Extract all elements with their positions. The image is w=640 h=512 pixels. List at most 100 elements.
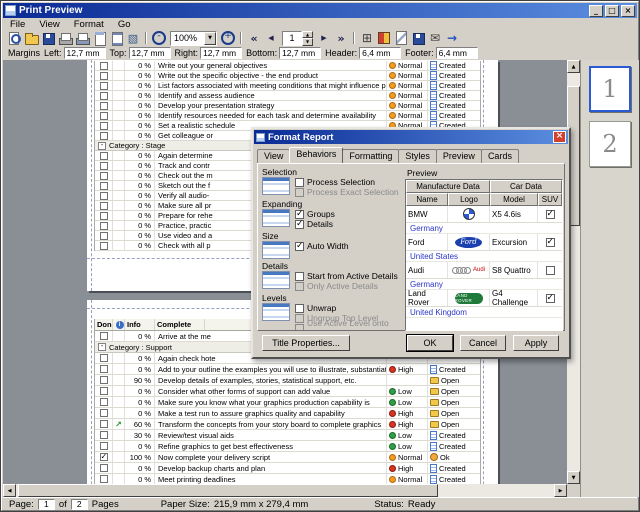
table-row: 0 %Identify and assess audienceNormalCre… [95, 91, 480, 101]
scale-icon[interactable] [125, 31, 141, 45]
checkbox[interactable] [295, 272, 304, 281]
spin-up-icon[interactable] [302, 31, 313, 39]
next-page-icon[interactable] [316, 31, 332, 45]
status-cell: Created [428, 71, 480, 80]
page-color-icon[interactable] [376, 31, 392, 45]
complete-cell: 0 % [125, 61, 155, 70]
tab-preview[interactable]: Preview [436, 149, 482, 163]
zoom-out-icon[interactable] [151, 31, 167, 45]
page-thumbnail-1[interactable]: 1 [589, 66, 631, 112]
flag-cell [113, 419, 125, 429]
maximize-button[interactable] [605, 5, 619, 17]
menu-view[interactable]: View [32, 19, 66, 30]
mail-icon[interactable] [427, 31, 443, 45]
margin-field-value[interactable]: 6,4 mm [359, 47, 401, 59]
checkbox[interactable] [295, 188, 304, 197]
chevron-down-icon[interactable] [204, 32, 216, 45]
checkbox-label: Process Selection [307, 177, 375, 187]
status-open-icon [430, 388, 439, 395]
margin-field-value[interactable]: 12,7 mm [129, 47, 171, 59]
apply-button[interactable]: Apply [513, 335, 559, 351]
minimize-button[interactable] [589, 5, 603, 17]
dialog-close-icon[interactable] [553, 131, 566, 143]
option-use-active-level-onto-top[interactable]: Use Active Level onto Top [295, 323, 404, 330]
flag-cell [113, 452, 125, 462]
save-icon[interactable] [40, 31, 56, 45]
header-footer-icon[interactable] [108, 31, 124, 45]
scroll-up-icon[interactable]: ▲ [567, 60, 580, 73]
forward-icon[interactable] [444, 31, 460, 45]
close-button[interactable] [621, 5, 635, 17]
first-page-icon[interactable] [246, 31, 262, 45]
option-process-selection[interactable]: Process Selection [295, 177, 399, 187]
option-start-from-active-details[interactable]: Start from Active Details [295, 271, 398, 281]
band-header-row: Manufacture DataCar Data [406, 180, 562, 193]
menu-format[interactable]: Format [67, 19, 111, 30]
done-checkbox [100, 132, 108, 140]
zoom-combo[interactable]: 100% [170, 31, 217, 46]
complete-cell: 0 % [125, 71, 155, 80]
option-groups[interactable]: Groups [295, 209, 335, 219]
tab-cards[interactable]: Cards [481, 149, 519, 163]
status-created-icon [430, 81, 437, 90]
cancel-button[interactable]: Cancel [460, 335, 506, 351]
prev-page-icon[interactable] [263, 31, 279, 45]
multi-page-icon[interactable] [359, 31, 375, 45]
last-page-icon[interactable] [333, 31, 349, 45]
tab-behaviors[interactable]: Behaviors [289, 147, 343, 163]
watermark-icon[interactable] [393, 31, 409, 45]
page-number-field[interactable]: 1 [282, 31, 302, 46]
tab-formatting[interactable]: Formatting [342, 149, 399, 163]
page-setup-icon[interactable] [91, 31, 107, 45]
scroll-down-icon[interactable]: ▼ [567, 471, 580, 484]
page-spinner[interactable]: 1 [282, 31, 313, 46]
status-created-icon [430, 365, 437, 374]
print-icon[interactable] [57, 31, 73, 45]
dialog-title-bar[interactable]: Format Report [254, 130, 568, 144]
option-unwrap[interactable]: Unwrap [295, 303, 404, 313]
checkbox[interactable] [295, 178, 304, 187]
scroll-right-icon[interactable]: ▶ [554, 484, 567, 497]
checkbox[interactable] [295, 324, 304, 331]
tab-styles[interactable]: Styles [398, 149, 437, 163]
complete-cell: 0 % [125, 397, 155, 407]
checkbox[interactable] [295, 314, 304, 323]
horizontal-scrollbar[interactable]: ◀ ▶ [3, 484, 567, 497]
page-thumbnail-2[interactable]: 2 [589, 121, 631, 167]
margin-field-value[interactable]: 12,7 mm [64, 47, 106, 59]
menu-go[interactable]: Go [111, 19, 138, 30]
checkbox[interactable] [295, 304, 304, 313]
print-direct-icon[interactable] [74, 31, 90, 45]
scroll-left-icon[interactable]: ◀ [3, 484, 16, 497]
menu-file[interactable]: File [3, 19, 32, 30]
export-icon[interactable] [410, 31, 426, 45]
option-auto-width[interactable]: Auto Width [295, 241, 349, 251]
open-icon[interactable] [23, 31, 39, 45]
ok-button[interactable]: OK [407, 335, 453, 351]
option-process-exact-selection[interactable]: Process Exact Selection [295, 187, 399, 197]
search-icon[interactable] [6, 31, 22, 45]
checkbox[interactable] [295, 220, 304, 229]
margin-field-value[interactable]: 12,7 mm [200, 47, 242, 59]
done-checkbox [100, 192, 108, 200]
status-cell: Open [428, 408, 480, 418]
option-only-active-details[interactable]: Only Active Details [295, 281, 398, 291]
checkbox[interactable] [295, 210, 304, 219]
title-bar[interactable]: Print Preview [3, 3, 637, 18]
print-preview-window: Print Preview FileViewFormatGo 100%1 Mar… [0, 0, 640, 512]
checkbox[interactable] [295, 242, 304, 251]
title-properties-button[interactable]: Title Properties... [262, 335, 350, 351]
zoom-in-icon[interactable] [220, 31, 236, 45]
checkbox-label: Auto Width [307, 241, 349, 251]
flag-cell [113, 241, 125, 250]
spin-down-icon[interactable] [302, 38, 313, 46]
priority-label: Normal [398, 453, 422, 462]
margin-field-value[interactable]: 12,7 mm [279, 47, 321, 59]
option-details[interactable]: Details [295, 219, 335, 229]
checkbox[interactable] [295, 282, 304, 291]
margin-field-value[interactable]: 6,4 mm [436, 47, 478, 59]
tab-view[interactable]: View [257, 149, 290, 163]
done-checkbox [100, 475, 108, 483]
priority-high-icon [389, 465, 396, 472]
horizontal-scroll-thumb[interactable] [18, 484, 438, 497]
